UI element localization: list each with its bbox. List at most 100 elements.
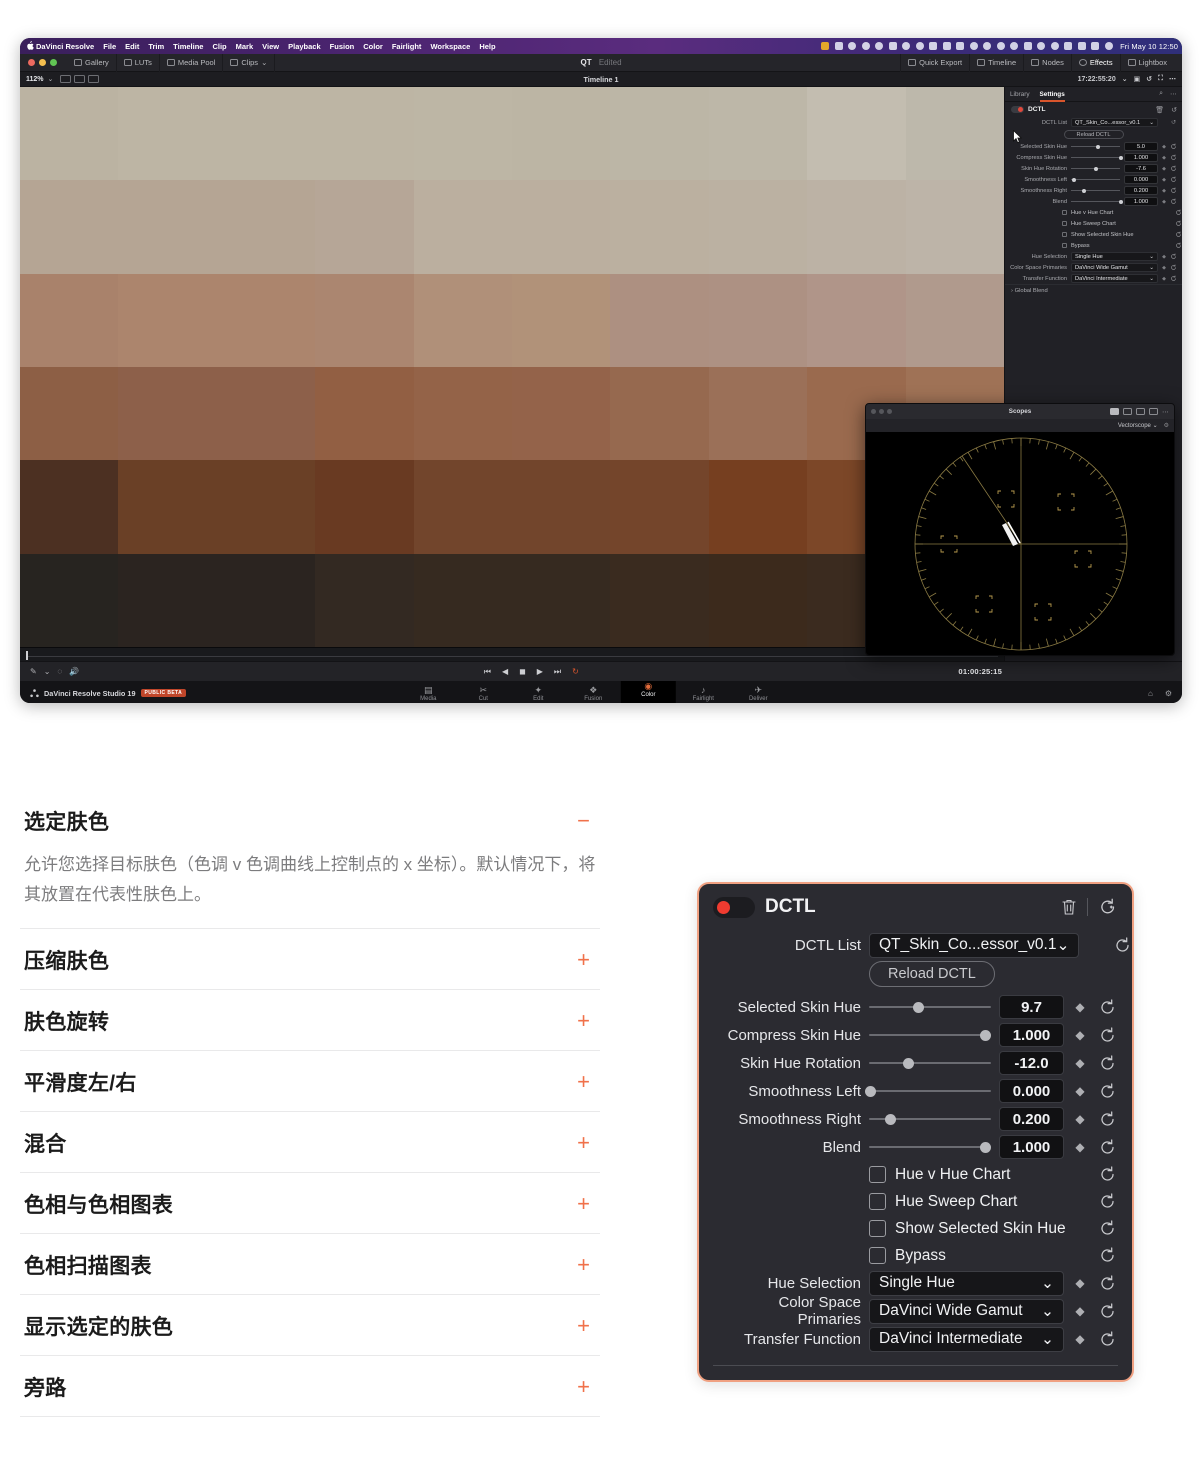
slider-knob-icon[interactable]: [865, 1086, 877, 1097]
puzzle-status-icon[interactable]: [942, 42, 951, 50]
dctl-slider-track[interactable]: [869, 1023, 991, 1047]
chevron-down-icon[interactable]: ⌄: [44, 667, 51, 676]
inspector-dctl-list-select[interactable]: QT_Skin_Co...essor_v0.1 ⌄: [1071, 118, 1158, 127]
accordion-toggle-icon[interactable]: +: [577, 1131, 596, 1154]
scopes-maximize-icon[interactable]: [887, 409, 892, 414]
menubar-item-fairlight[interactable]: Fairlight: [392, 42, 422, 51]
viewer-scrubber[interactable]: [20, 647, 1004, 661]
camera-status-icon[interactable]: [956, 42, 965, 50]
dctl-checkbox-reset-button[interactable]: [1096, 1192, 1118, 1211]
keyframe-diamond-icon[interactable]: ◆: [1162, 276, 1166, 282]
project-manager-icon[interactable]: ⌂: [1148, 689, 1153, 698]
inspector-slider-reset-icon[interactable]: [1170, 187, 1177, 194]
loop-button[interactable]: ↻: [572, 667, 579, 676]
display-status-icon[interactable]: [929, 42, 938, 50]
inspector-slider-reset-icon[interactable]: [1170, 143, 1177, 150]
dctl-checkbox-reset-button[interactable]: [1096, 1246, 1118, 1265]
dctl-slider-reset-button[interactable]: [1096, 1110, 1118, 1129]
keyframe-diamond-icon[interactable]: ◆: [1162, 254, 1166, 260]
menubar-item-workspace[interactable]: Workspace: [430, 42, 470, 51]
nodes-panel-button[interactable]: Nodes: [1024, 53, 1072, 72]
screen-recording-status-icon[interactable]: [834, 42, 843, 50]
accordion-toggle-icon[interactable]: +: [577, 948, 596, 971]
page-tab-edit[interactable]: ✦ Edit: [511, 685, 566, 703]
app-status-icon-2[interactable]: [902, 42, 911, 50]
keyframe-diamond-icon[interactable]: ◆: [1072, 1276, 1088, 1290]
inspector-dropdown-reset-icon[interactable]: [1170, 275, 1177, 282]
luts-button[interactable]: LUTs: [117, 53, 160, 72]
dctl-dropdown-reset-button[interactable]: [1096, 1274, 1118, 1293]
keyframe-diamond-icon[interactable]: ◆: [1162, 188, 1166, 194]
accordion-toggle-icon[interactable]: +: [577, 1009, 596, 1032]
trash-icon[interactable]: 🗑: [1155, 106, 1164, 114]
inspector-slider-track[interactable]: [1071, 164, 1120, 173]
wifi-status-icon[interactable]: [1064, 42, 1073, 50]
tab-library[interactable]: Library: [1010, 91, 1030, 98]
scopes-window[interactable]: Scopes ⋯ Vectorscope ⌄ ⚙: [865, 403, 1175, 656]
dctl-dropdown-select[interactable]: DaVinci Wide Gamut ⌄: [869, 1298, 1064, 1324]
keyframe-diamond-icon[interactable]: ◆: [1162, 166, 1166, 172]
inspector-slider-value[interactable]: 5.0: [1124, 142, 1158, 151]
menubar-item-color[interactable]: Color: [363, 42, 383, 51]
menubar-item-clip[interactable]: Clip: [212, 42, 226, 51]
slider-knob-icon[interactable]: [912, 1002, 924, 1013]
inspector-slider-value[interactable]: 0.200: [1124, 186, 1158, 195]
checkbox-icon[interactable]: [1062, 243, 1067, 248]
dctl-enable-toggle[interactable]: [1011, 106, 1024, 113]
menubar-item-file[interactable]: File: [103, 42, 116, 51]
menubar-item-playback[interactable]: Playback: [288, 42, 321, 51]
dctl-slider-value[interactable]: 1.000: [999, 1135, 1064, 1159]
inspector-checkbox-reset-icon[interactable]: [1175, 242, 1182, 249]
inspector-slider-reset-icon[interactable]: [1170, 176, 1177, 183]
checkbox-icon[interactable]: [1062, 232, 1067, 237]
spotlight-search-icon[interactable]: [1077, 42, 1086, 50]
siri-icon[interactable]: [1104, 42, 1113, 50]
inspector-dropdown-select[interactable]: Single Hue ⌄: [1071, 252, 1158, 261]
annotation-pen-icon[interactable]: ✎: [30, 667, 37, 676]
inspector-slider-reset-icon[interactable]: [1170, 154, 1177, 161]
menubar-app-name[interactable]: DaVinci Resolve: [36, 42, 94, 51]
checkbox-icon[interactable]: [869, 1193, 886, 1210]
inspector-slider-value[interactable]: -7.6: [1124, 164, 1158, 173]
menubar-item-mark[interactable]: Mark: [236, 42, 254, 51]
keyframe-diamond-icon[interactable]: ◆: [1072, 1112, 1088, 1126]
reset-all-icon[interactable]: ↺: [1171, 106, 1177, 114]
keyframe-diamond-icon[interactable]: ◆: [1072, 1000, 1088, 1014]
inspector-global-blend-section[interactable]: › Global Blend: [1005, 284, 1182, 297]
dctl-slider-value[interactable]: 0.200: [999, 1107, 1064, 1131]
slider-knob-icon[interactable]: [979, 1030, 991, 1041]
keyframe-diamond-icon[interactable]: ◆: [1072, 1140, 1088, 1154]
fullscreen-icon[interactable]: ⛶: [1158, 75, 1163, 83]
checkbox-icon[interactable]: [869, 1220, 886, 1237]
timeline-panel-button[interactable]: Timeline: [970, 53, 1025, 72]
keyframe-diamond-icon[interactable]: ◆: [1072, 1084, 1088, 1098]
microphone-status-icon[interactable]: [821, 42, 830, 50]
play-reverse-button[interactable]: ◀: [502, 667, 508, 676]
keyframe-diamond-icon[interactable]: ◆: [1162, 155, 1166, 161]
keyframe-diamond-icon[interactable]: ◆: [1162, 177, 1166, 183]
accordion-toggle-icon[interactable]: +: [577, 1375, 596, 1398]
app-status-icon-6[interactable]: [1010, 42, 1019, 50]
quick-export-button[interactable]: Quick Export: [900, 53, 971, 72]
scopes-window-controls[interactable]: [871, 409, 892, 414]
window-traffic-lights[interactable]: [28, 59, 57, 66]
close-window-button[interactable]: [28, 59, 35, 66]
audio-volume-icon[interactable]: 🔊: [69, 667, 79, 676]
dctl-slider-reset-button[interactable]: [1096, 1026, 1118, 1045]
minimize-window-button[interactable]: [39, 59, 46, 66]
dctl-checkbox-reset-button[interactable]: [1096, 1165, 1118, 1184]
dctl-slider-value[interactable]: 9.7: [999, 995, 1064, 1019]
user-status-icon[interactable]: [1037, 42, 1046, 50]
cloud-status-icon[interactable]: [875, 42, 884, 50]
inspector-slider-track[interactable]: [1071, 186, 1120, 195]
contrast-status-icon[interactable]: [861, 42, 870, 50]
app-status-icon-1[interactable]: [848, 42, 857, 50]
accordion-header[interactable]: 色相与色相图表 +: [20, 1173, 600, 1233]
viewer-mode-single-icon[interactable]: [60, 75, 72, 83]
dctl-slider-track[interactable]: [869, 1051, 991, 1075]
slider-knob-icon[interactable]: [884, 1114, 896, 1125]
dctl-checkbox-reset-button[interactable]: [1096, 1219, 1118, 1238]
scopes-more-options-icon[interactable]: ⋯: [1162, 408, 1169, 416]
tab-settings[interactable]: Settings: [1039, 91, 1065, 102]
inspector-slider-track[interactable]: [1071, 175, 1120, 184]
